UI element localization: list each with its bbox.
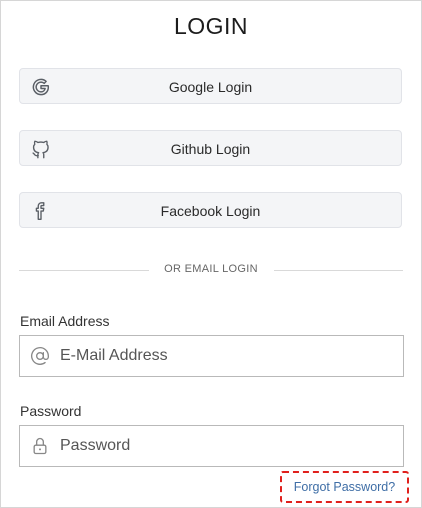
facebook-login-button[interactable]: Facebook Login [19,192,402,228]
divider-text: OR EMAIL LOGIN [164,263,258,275]
page-title: LOGIN [173,13,249,39]
forgot-password-link[interactable]: Forgot Password? [280,471,409,503]
password-field-container [19,425,404,467]
github-login-label: Github Login [170,141,251,157]
at-sign-icon [31,347,49,365]
password-label: Password [20,403,82,419]
facebook-login-label: Facebook Login [160,203,261,219]
github-login-button[interactable]: Github Login [19,130,402,166]
google-login-label: Google Login [168,79,253,95]
email-label: Email Address [20,313,110,329]
email-input[interactable] [60,336,390,376]
email-field-container [19,335,404,377]
password-input[interactable] [60,426,390,466]
divider-line-right [274,270,403,271]
lock-icon [33,437,47,455]
google-login-button[interactable]: Google Login [19,68,402,104]
login-panel: LOGIN Google Login Github Login Facebook… [0,0,422,508]
